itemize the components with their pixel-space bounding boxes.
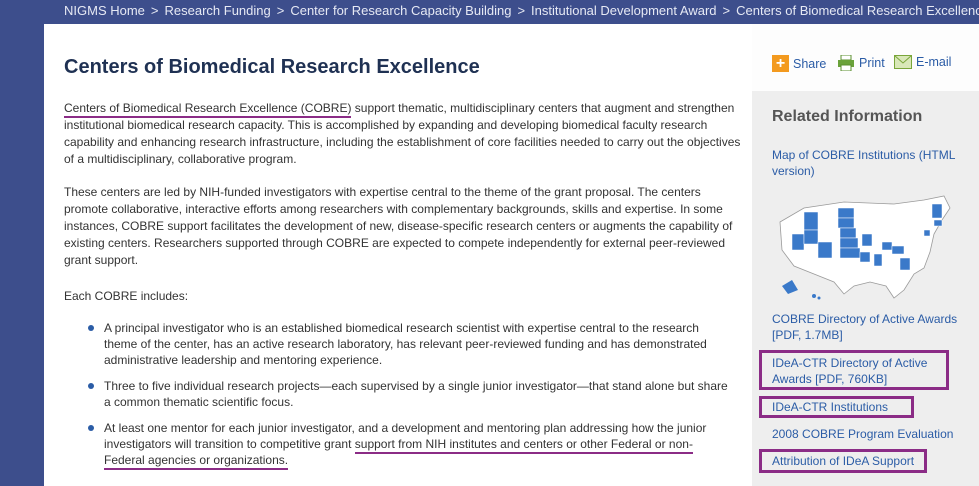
idea-ctr-institutions-link[interactable]: IDeA-CTR Institutions [772,399,968,415]
email-label: E-mail [916,55,952,69]
sidebar: + Share Print E-mail Related Information… [752,24,979,486]
breadcrumb-nigms-home[interactable]: NIGMS Home [64,3,145,18]
centers-paragraph: These centers are led by NIH-funded inve… [64,185,733,267]
printer-icon [838,55,854,71]
cobre-evaluation-link[interactable]: 2008 COBRE Program Evaluation [772,426,968,442]
print-label: Print [859,56,885,70]
envelope-icon [894,55,912,69]
map-html-link[interactable]: Map of COBRE Institutions (HTML version) [772,147,968,179]
list-item: At least one mentor for each junior inve… [88,420,728,470]
intro-paragraph: Centers of Biomedical Research Excellenc… [64,100,744,168]
idea-ctr-directory-link[interactable]: IDeA-CTR Directory of Active Awards [PDF… [772,355,968,387]
email-button[interactable]: E-mail [894,55,951,69]
list-item: A principal investigator who is an estab… [88,320,728,368]
breadcrumb-research-funding[interactable]: Research Funding [165,3,271,18]
breadcrumb-separator: > [517,3,526,18]
cobre-includes-list: A principal investigator who is an estab… [88,320,728,478]
breadcrumb-capacity-building[interactable]: Center for Research Capacity Building [290,3,511,18]
cobre-link[interactable]: Centers of Biomedical Research Excellenc… [64,101,352,118]
print-button[interactable]: Print [837,55,885,71]
includes-heading: Each COBRE includes: [64,289,189,303]
breadcrumb-separator: > [150,3,159,18]
plus-icon: + [772,55,789,72]
breadcrumb-idea[interactable]: Institutional Development Award [531,3,716,18]
breadcrumb: NIGMS Home > Research Funding > Center for R… [64,0,979,22]
related-information-heading: Related Information [772,108,923,125]
share-tools: + Share Print E-mail [752,24,979,91]
cobre-directory-link[interactable]: COBRE Directory of Active Awards [PDF, 1… [772,311,968,343]
share-label: Share [793,56,827,71]
breadcrumb-current: Centers of Biomedical Research Excellenc… [736,3,979,18]
breadcrumb-separator: > [722,3,731,18]
share-button[interactable]: + Share [772,55,826,72]
list-item: Three to five individual research projec… [88,378,728,410]
breadcrumb-bar: NIGMS Home > Research Funding > Center for R… [0,0,979,24]
cobre-states-map-image[interactable] [774,194,952,304]
main-content: Centers of Biomedical Research Excellenc… [44,24,752,486]
breadcrumb-separator: > [276,3,285,18]
attribution-link[interactable]: Attribution of IDeA Support [772,453,968,469]
page-title: Centers of Biomedical Research Excellenc… [64,56,480,78]
